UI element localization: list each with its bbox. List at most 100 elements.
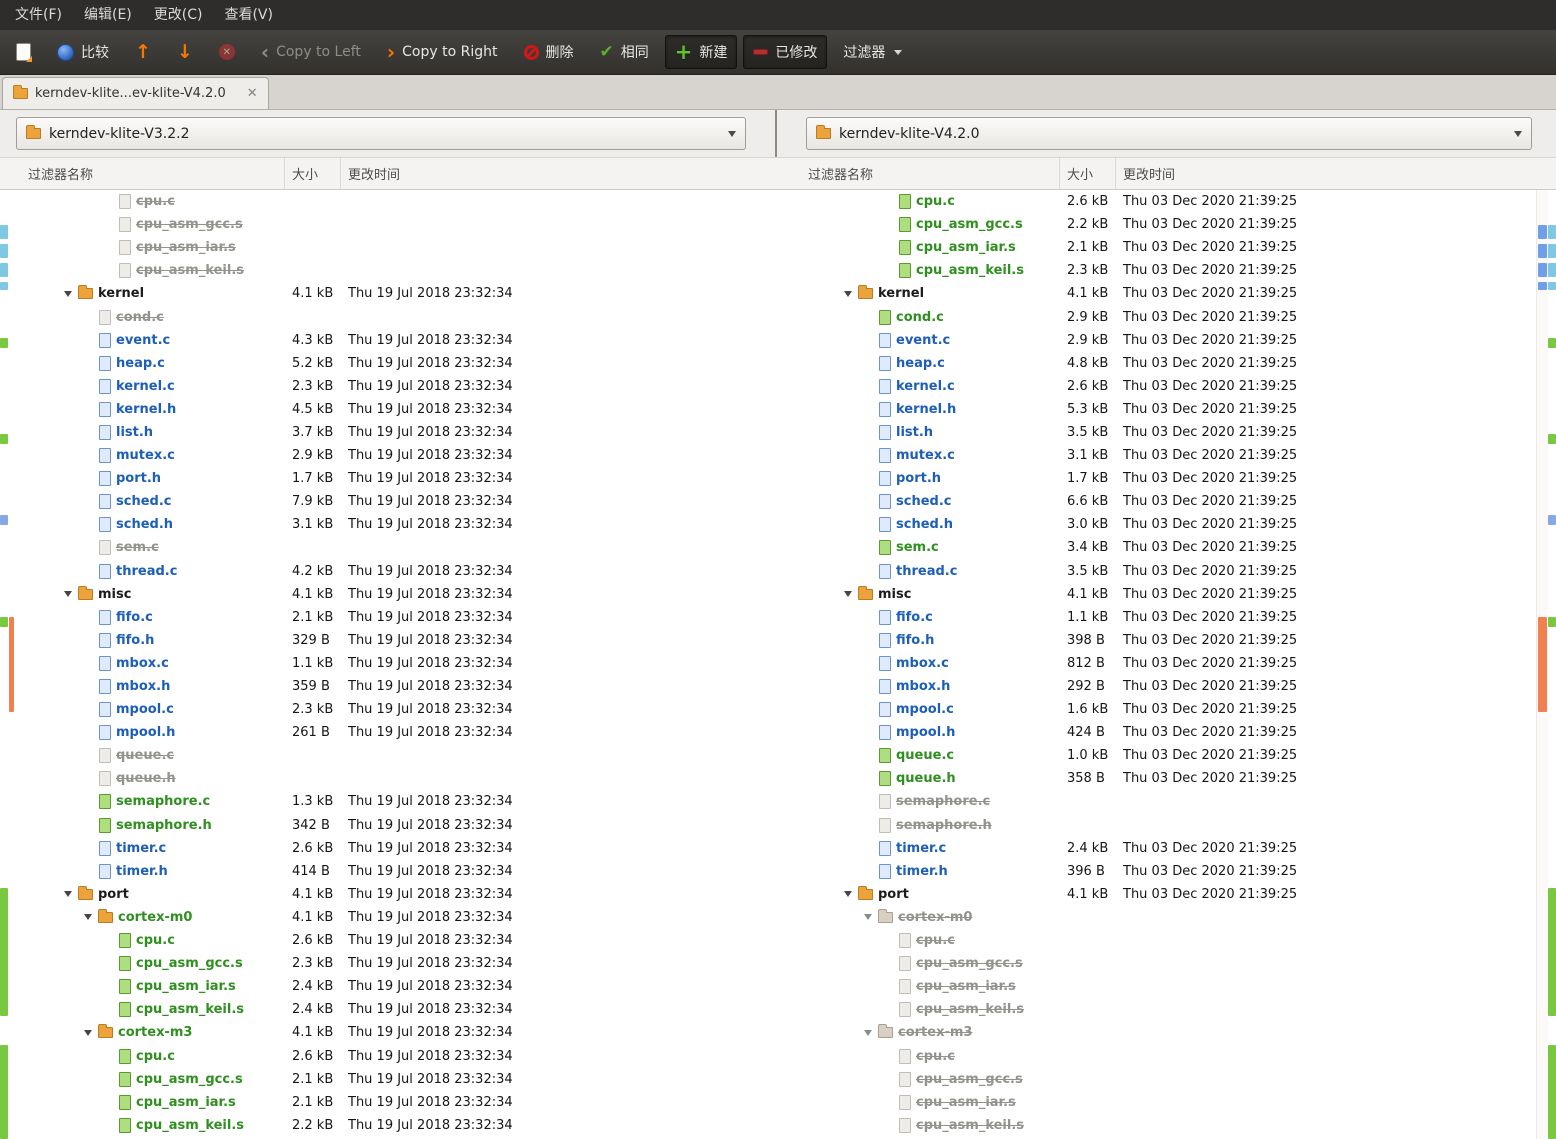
tree-row[interactable]: sched.c 6.6 kB Thu 03 Dec 2020 21:39:25 (800, 490, 1536, 513)
tree-row[interactable]: cpu.c 2.6 kB Thu 19 Jul 2018 23:32:34 (20, 929, 750, 952)
tree-row[interactable]: cpu_asm_iar.s 2.4 kB Thu 19 Jul 2018 23:32… (20, 975, 750, 998)
tree-row[interactable]: port.h 1.7 kB Thu 19 Jul 2018 23:32:34 (20, 467, 750, 490)
column-header-name[interactable]: 过滤器名称 (20, 158, 285, 189)
tree-row[interactable]: sched.h 3.1 kB Thu 19 Jul 2018 23:32:34 (20, 513, 750, 536)
tree-row[interactable]: thread.c 3.5 kB Thu 03 Dec 2020 21:39:25 (800, 560, 1536, 583)
tree-row[interactable]: heap.c 4.8 kB Thu 03 Dec 2020 21:39:25 (800, 352, 1536, 375)
tree-row[interactable]: timer.h 414 B Thu 19 Jul 2018 23:32:34 (20, 860, 750, 883)
menu-changes[interactable]: 更改(C) (143, 0, 214, 30)
tree-row[interactable]: kernel.c 2.6 kB Thu 03 Dec 2020 21:39:25 (800, 375, 1536, 398)
expander-icon[interactable] (844, 290, 852, 297)
tree-row[interactable]: port.h 1.7 kB Thu 03 Dec 2020 21:39:25 (800, 467, 1536, 490)
tree-row[interactable]: misc 4.1 kB Thu 03 Dec 2020 21:39:25 (800, 583, 1536, 606)
tree-row[interactable]: cpu_asm_gcc.s 2.3 kB Thu 19 Jul 2018 23:32… (20, 952, 750, 975)
column-header-size[interactable]: 大小 (1060, 158, 1116, 189)
tree-row[interactable]: cpu.c 2.6 kB Thu 03 Dec 2020 21:39:25 (800, 190, 1536, 213)
tree-row[interactable]: mpool.h 261 B Thu 19 Jul 2018 23:32:34 (20, 721, 750, 744)
tree-row[interactable]: mbox.h 292 B Thu 03 Dec 2020 21:39:25 (800, 675, 1536, 698)
compare-button[interactable]: 比较 (47, 35, 119, 69)
expander-icon[interactable] (844, 591, 852, 598)
expander-icon[interactable] (84, 914, 92, 921)
menu-edit[interactable]: 编辑(E) (73, 0, 143, 30)
tree-row[interactable]: cpu.c (20, 190, 750, 213)
tree-row[interactable]: mutex.c 3.1 kB Thu 03 Dec 2020 21:39:25 (800, 444, 1536, 467)
tree-row[interactable]: cpu_asm_gcc.s (20, 213, 750, 236)
tree-row[interactable]: kernel.h 4.5 kB Thu 19 Jul 2018 23:32:34 (20, 398, 750, 421)
stop-button[interactable]: ✕ (209, 35, 245, 69)
menu-view[interactable]: 查看(V) (213, 0, 284, 30)
tree-row[interactable]: heap.c 5.2 kB Thu 19 Jul 2018 23:32:34 (20, 352, 750, 375)
expander-icon[interactable] (64, 891, 72, 898)
tree-row[interactable]: sched.h 3.0 kB Thu 03 Dec 2020 21:39:25 (800, 513, 1536, 536)
tree-row[interactable]: mutex.c 2.9 kB Thu 19 Jul 2018 23:32:34 (20, 444, 750, 467)
tree-row[interactable]: cpu.c 2.6 kB Thu 19 Jul 2018 23:32:34 (20, 1044, 750, 1067)
tree-row[interactable]: cpu_asm_iar.s (800, 1091, 1536, 1114)
right-folder-combobox[interactable]: kerndev-klite-V4.2.0 (806, 117, 1532, 150)
tree-row[interactable]: cpu_asm_keil.s 2.2 kB Thu 19 Jul 2018 23:3… (20, 1114, 750, 1137)
tree-row[interactable]: cpu.c (800, 1044, 1536, 1067)
tree-row[interactable]: mbox.h 359 B Thu 19 Jul 2018 23:32:34 (20, 675, 750, 698)
scrollbar-right[interactable] (1536, 158, 1548, 1139)
next-change-button[interactable]: ↓ (167, 35, 203, 69)
tree-row[interactable]: fifo.h 329 B Thu 19 Jul 2018 23:32:34 (20, 629, 750, 652)
tree-row[interactable]: cortex-m0 4.1 kB Thu 19 Jul 2018 23:32:34 (20, 906, 750, 929)
tree-row[interactable]: cpu_asm_keil.s (800, 998, 1536, 1021)
tree-row[interactable]: sched.c 7.9 kB Thu 19 Jul 2018 23:32:34 (20, 490, 750, 513)
tree-row[interactable]: queue.c (20, 744, 750, 767)
tree-row[interactable]: cpu_asm_gcc.s 2.2 kB Thu 03 Dec 2020 21:39… (800, 213, 1536, 236)
pane-splitter[interactable] (775, 110, 777, 157)
tree-row[interactable]: fifo.c 1.1 kB Thu 03 Dec 2020 21:39:25 (800, 606, 1536, 629)
tree-row[interactable]: cpu_asm_iar.s 2.1 kB Thu 19 Jul 2018 23:32… (20, 1091, 750, 1114)
menu-file[interactable]: 文件(F) (4, 0, 73, 30)
show-same-toggle[interactable]: ✔ 相同 (590, 35, 659, 69)
tree-row[interactable]: mbox.c 812 B Thu 03 Dec 2020 21:39:25 (800, 652, 1536, 675)
tree-row[interactable]: timer.h 396 B Thu 03 Dec 2020 21:39:25 (800, 860, 1536, 883)
tree-row[interactable]: event.c 4.3 kB Thu 19 Jul 2018 23:32:34 (20, 329, 750, 352)
tree-row[interactable]: cond.c 2.9 kB Thu 03 Dec 2020 21:39:25 (800, 305, 1536, 328)
tree-row[interactable]: event.c 2.9 kB Thu 03 Dec 2020 21:39:25 (800, 329, 1536, 352)
tree-row[interactable]: sem.c 3.4 kB Thu 03 Dec 2020 21:39:25 (800, 536, 1536, 559)
tree-row[interactable]: port 4.1 kB Thu 19 Jul 2018 23:32:34 (20, 883, 750, 906)
tree-row[interactable]: queue.h 358 B Thu 03 Dec 2020 21:39:25 (800, 767, 1536, 790)
column-header-size[interactable]: 大小 (285, 158, 341, 189)
tree-row[interactable]: cpu_asm_keil.s (20, 259, 750, 282)
tree-row[interactable]: cpu_asm_gcc.s 2.1 kB Thu 19 Jul 2018 23:32… (20, 1068, 750, 1091)
new-comparison-button[interactable] (6, 35, 41, 69)
tree-row[interactable]: semaphore.c (800, 790, 1536, 813)
tree-row[interactable]: thread.c 4.2 kB Thu 19 Jul 2018 23:32:34 (20, 560, 750, 583)
comparison-tab[interactable]: kerndev-klite...ev-klite-V4.2.0 ✕ (2, 77, 269, 109)
tree-row[interactable]: timer.c 2.6 kB Thu 19 Jul 2018 23:32:34 (20, 837, 750, 860)
tree-row[interactable]: cpu_asm_keil.s 2.4 kB Thu 19 Jul 2018 23:3… (20, 998, 750, 1021)
tree-row[interactable]: kernel.c 2.3 kB Thu 19 Jul 2018 23:32:34 (20, 375, 750, 398)
column-header-time[interactable]: 更改时间 (341, 158, 750, 189)
expander-icon[interactable] (64, 290, 72, 297)
tree-row[interactable]: cpu_asm_iar.s (20, 236, 750, 259)
tree-row[interactable]: cpu_asm_keil.s (800, 1114, 1536, 1137)
tree-row[interactable]: semaphore.h 342 B Thu 19 Jul 2018 23:32:34 (20, 814, 750, 837)
tree-row[interactable]: cortex-m3 (800, 1021, 1536, 1044)
tree-row[interactable]: list.h 3.5 kB Thu 03 Dec 2020 21:39:25 (800, 421, 1536, 444)
file-tree-left[interactable]: cpu.c cpu_asm_gcc.s cpu_asm_iar.s cpu_asm_k… (20, 190, 750, 1139)
tree-row[interactable]: timer.c 2.4 kB Thu 03 Dec 2020 21:39:25 (800, 837, 1536, 860)
tree-row[interactable]: queue.c 1.0 kB Thu 03 Dec 2020 21:39:25 (800, 744, 1536, 767)
tree-row[interactable]: kernel 4.1 kB Thu 03 Dec 2020 21:39:25 (800, 282, 1536, 305)
show-modified-toggle[interactable]: 已修改 (743, 35, 828, 69)
tree-row[interactable]: mpool.h 424 B Thu 03 Dec 2020 21:39:25 (800, 721, 1536, 744)
tree-row[interactable]: misc 4.1 kB Thu 19 Jul 2018 23:32:34 (20, 583, 750, 606)
tree-row[interactable]: cpu_asm_iar.s (800, 975, 1536, 998)
tree-row[interactable]: mpool.c 2.3 kB Thu 19 Jul 2018 23:32:34 (20, 698, 750, 721)
tree-row[interactable]: cpu_asm_gcc.s (800, 952, 1536, 975)
tree-row[interactable]: cond.c (20, 305, 750, 328)
tree-row[interactable]: cpu.c (800, 929, 1536, 952)
copy-to-right-button[interactable]: › Copy to Right (377, 35, 508, 69)
tree-row[interactable]: mbox.c 1.1 kB Thu 19 Jul 2018 23:32:34 (20, 652, 750, 675)
close-tab-icon[interactable]: ✕ (247, 86, 258, 101)
filters-dropdown-button[interactable]: 过滤器 (833, 35, 912, 69)
previous-change-button[interactable]: ↑ (125, 35, 161, 69)
copy-to-left-button[interactable]: ‹ Copy to Left (251, 35, 371, 69)
tree-row[interactable]: cpu_asm_gcc.s (800, 1068, 1536, 1091)
tree-row[interactable]: queue.h (20, 767, 750, 790)
left-folder-combobox[interactable]: kerndev-klite-V3.2.2 (16, 117, 746, 150)
tree-row[interactable]: cpu_asm_keil.s 2.3 kB Thu 03 Dec 2020 21:3… (800, 259, 1536, 282)
expander-icon[interactable] (844, 891, 852, 898)
